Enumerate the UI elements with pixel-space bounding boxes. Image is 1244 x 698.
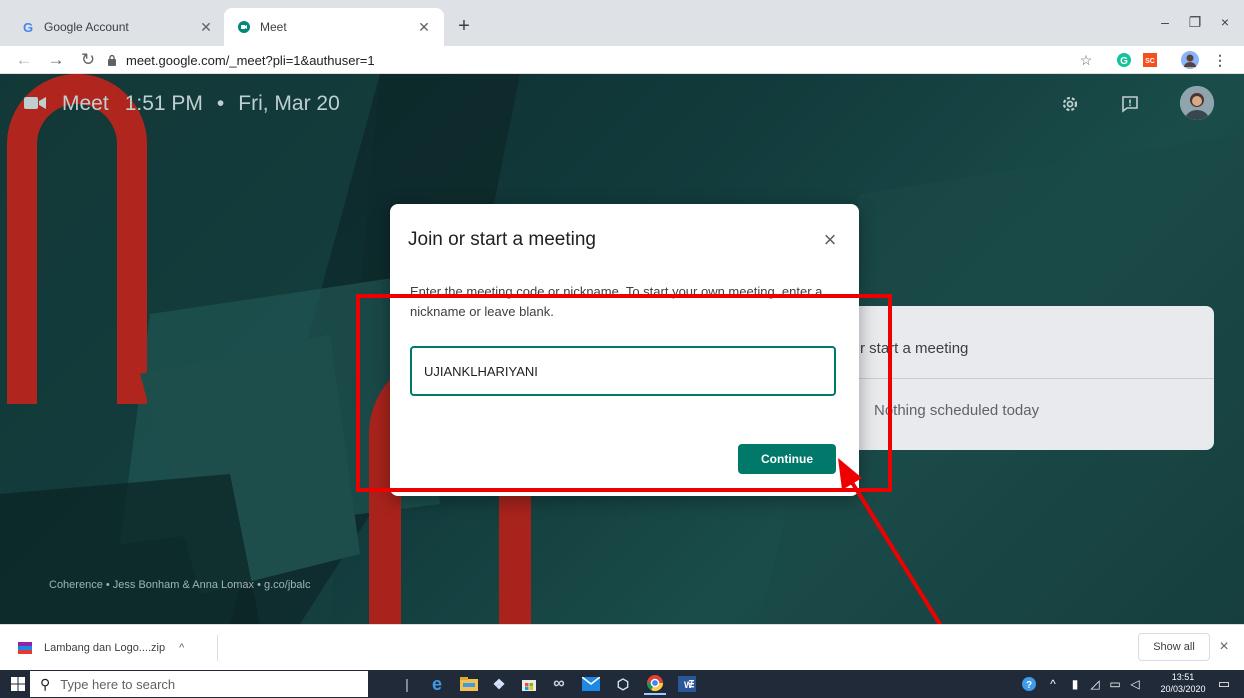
meet-time: 1:51 PM bbox=[124, 92, 203, 115]
svg-text:W: W bbox=[684, 680, 693, 690]
settings-gear-icon[interactable] bbox=[1056, 90, 1084, 118]
minimize-button[interactable]: – bbox=[1150, 10, 1180, 34]
restore-button[interactable]: ❐ bbox=[1180, 10, 1210, 34]
download-item[interactable]: Lambang dan Logo....zip ^ bbox=[18, 635, 218, 661]
edge-browser-icon[interactable]: e bbox=[426, 673, 448, 695]
download-bar: Lambang dan Logo....zip ^ Show all × bbox=[0, 624, 1244, 670]
screen: G Google Account ✕ Meet ✕ + – ❐ × ← → ↻ … bbox=[0, 0, 1244, 698]
chrome-icon[interactable] bbox=[644, 673, 666, 695]
infinity-app-icon[interactable]: ∞ bbox=[548, 673, 570, 695]
help-icon[interactable]: ? bbox=[1020, 673, 1038, 695]
taskbar-clock[interactable]: 13:51 20/03/2020 bbox=[1160, 671, 1206, 697]
background-credit[interactable]: Coherence • Jess Bonham & Anna Lomax • g… bbox=[49, 579, 310, 591]
feedback-icon[interactable] bbox=[1116, 90, 1144, 118]
sc-extension-icon[interactable]: SC bbox=[1140, 50, 1160, 70]
card-divider bbox=[820, 378, 1214, 379]
dialog-description: Enter the meeting code or nickname. To s… bbox=[410, 284, 823, 319]
reload-button[interactable]: ↻ bbox=[76, 48, 100, 72]
show-hidden-icons[interactable]: ^ bbox=[1044, 673, 1062, 695]
grammarly-icon[interactable]: G bbox=[1114, 50, 1134, 70]
tab-close-icon[interactable]: ✕ bbox=[416, 19, 432, 35]
clock-time: 13:51 bbox=[1171, 672, 1195, 682]
battery-icon[interactable]: ▭ bbox=[1106, 673, 1124, 695]
meet-icon bbox=[236, 19, 252, 35]
show-all-button[interactable]: Show all bbox=[1138, 633, 1210, 661]
menu-dots-icon[interactable]: ⋮ bbox=[1210, 50, 1230, 70]
meeting-code-input[interactable] bbox=[410, 346, 836, 396]
header-separator: • bbox=[216, 92, 225, 115]
profile-avatar[interactable] bbox=[1180, 50, 1200, 70]
meet-header: Meet 1:51 PM • Fri, Mar 20 bbox=[24, 92, 340, 116]
window-close-button[interactable]: × bbox=[1210, 10, 1240, 34]
word-icon[interactable]: W bbox=[676, 673, 698, 695]
schedule-status-text: Nothing scheduled today bbox=[874, 402, 1040, 419]
star-icon[interactable]: ☆ bbox=[1076, 50, 1096, 70]
user-avatar[interactable] bbox=[1180, 86, 1214, 120]
dialog-close-icon[interactable]: × bbox=[818, 227, 842, 252]
forward-button[interactable]: → bbox=[44, 48, 68, 72]
taskbar-search-box[interactable]: ⚲ Type here to search bbox=[30, 671, 368, 697]
svg-text:G: G bbox=[1120, 56, 1128, 67]
download-bar-close-icon[interactable]: × bbox=[1214, 637, 1234, 657]
svg-text:SC: SC bbox=[1145, 58, 1155, 65]
meet-app-name: Meet bbox=[62, 92, 109, 115]
download-file-name: Lambang dan Logo....zip bbox=[44, 642, 166, 654]
browser-toolbar: ← → ↻ meet.google.com/_meet?pli=1&authus… bbox=[0, 46, 1244, 74]
meeting-side-card: r start a meeting Nothing scheduled toda… bbox=[820, 306, 1214, 450]
tab-meet[interactable]: Meet ✕ bbox=[224, 8, 444, 46]
dropbox-icon[interactable]: ❖ bbox=[488, 673, 510, 695]
search-icon: ⚲ bbox=[40, 675, 51, 692]
chevron-up-icon[interactable]: ^ bbox=[179, 642, 184, 654]
tab-google-account[interactable]: G Google Account ✕ bbox=[8, 8, 226, 46]
microphone-icon[interactable]: ▮ bbox=[1066, 673, 1084, 695]
3d-viewer-icon[interactable]: ⬡ bbox=[612, 673, 634, 695]
dialog-title: Join or start a meeting bbox=[408, 229, 596, 250]
windows-taskbar: ⚲ Type here to search | e ❖ ∞ ⬡ W ? ^ ▮ … bbox=[0, 670, 1244, 698]
search-placeholder: Type here to search bbox=[60, 676, 176, 692]
google-icon: G bbox=[22, 19, 34, 35]
tab-title: Google Account bbox=[44, 20, 129, 34]
volume-icon[interactable]: ◁ bbox=[1126, 673, 1144, 695]
back-button[interactable]: ← bbox=[12, 48, 36, 72]
meet-date: Fri, Mar 20 bbox=[238, 92, 340, 115]
task-view-icon[interactable]: | bbox=[396, 673, 418, 695]
address-bar[interactable]: meet.google.com/_meet?pli=1&authuser=1 bbox=[106, 48, 1066, 72]
wifi-icon[interactable]: ◿ bbox=[1086, 673, 1104, 695]
video-camera-icon bbox=[24, 92, 46, 116]
clock-date: 20/03/2020 bbox=[1160, 684, 1206, 694]
start-meeting-link[interactable]: r start a meeting bbox=[860, 340, 968, 357]
continue-button[interactable]: Continue bbox=[738, 444, 836, 474]
svg-text:?: ? bbox=[1026, 680, 1032, 691]
notification-icon[interactable]: ▭ bbox=[1214, 674, 1234, 694]
tab-title: Meet bbox=[260, 20, 287, 34]
mail-icon[interactable] bbox=[580, 673, 602, 695]
join-meeting-dialog: Join or start a meeting × Enter the meet… bbox=[390, 204, 859, 496]
windows-start-icon[interactable] bbox=[8, 674, 28, 694]
store-icon[interactable] bbox=[518, 673, 540, 695]
browser-tabstrip: G Google Account ✕ Meet ✕ + – ❐ × bbox=[0, 0, 1244, 46]
url-text: meet.google.com/_meet?pli=1&authuser=1 bbox=[126, 52, 375, 68]
tab-close-icon[interactable]: ✕ bbox=[198, 19, 214, 35]
file-explorer-icon[interactable] bbox=[458, 673, 480, 695]
lock-icon bbox=[108, 54, 116, 66]
new-tab-button[interactable]: + bbox=[452, 14, 476, 38]
zip-file-icon bbox=[18, 642, 32, 654]
